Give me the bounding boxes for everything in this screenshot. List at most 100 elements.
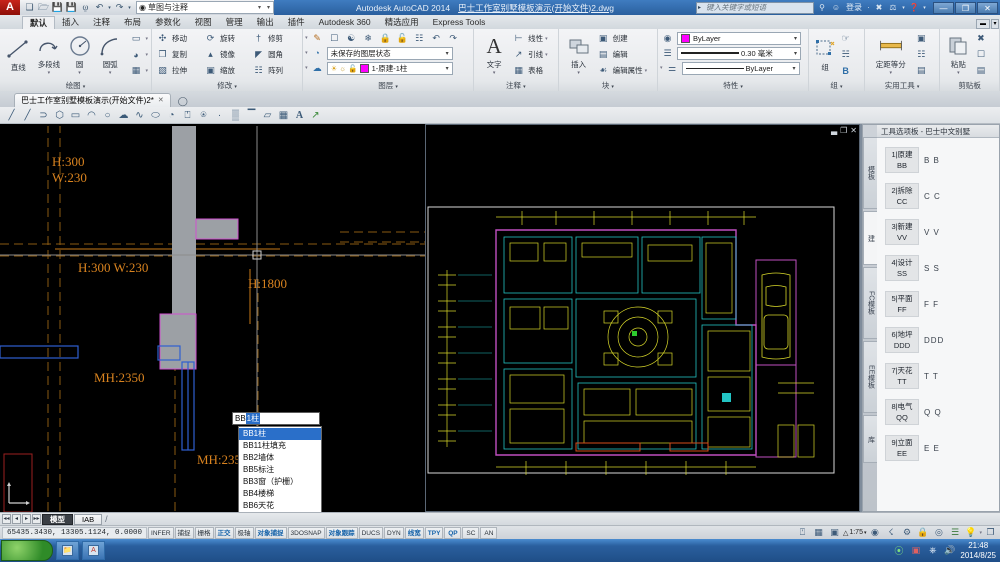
layer-walk-icon[interactable]: ↷ xyxy=(446,31,461,46)
palette-chip[interactable]: 5|平面 FF xyxy=(885,291,919,317)
chevron-down-icon[interactable]: ▾ xyxy=(645,68,648,74)
prev-layout-button[interactable]: ◂ xyxy=(12,514,21,524)
toggle-an[interactable]: AN xyxy=(480,527,497,539)
object-color-combo[interactable]: ByLayer xyxy=(677,32,801,45)
region-icon[interactable]: ▦ xyxy=(129,63,144,78)
cut-icon[interactable]: ✖ xyxy=(973,31,988,46)
toolbar-lock-icon[interactable]: 🔒 xyxy=(915,525,930,540)
search-input[interactable]: 键入关键字或短语 xyxy=(696,2,814,14)
toggle-sc[interactable]: SC xyxy=(462,527,479,539)
tray-settings-icon[interactable]: ☰ xyxy=(947,525,962,540)
palette-item-ee[interactable]: 9|立面 EE E E xyxy=(877,430,999,466)
toggle-grid[interactable]: 栅格 xyxy=(195,527,214,539)
modify-rotate-button[interactable]: ⟳旋转 xyxy=(203,31,251,46)
layer-quick-dropdown-list[interactable]: BB1柱 BB11柱填充 BB2墙体 BB5标注 BB3窗（护栅） BB4楼梯 … xyxy=(238,426,322,514)
modify-copy-button[interactable]: ❐复制 xyxy=(155,47,203,62)
rectangle-icon[interactable]: ▭ xyxy=(129,31,144,46)
palette-chip[interactable]: 2|拆除 CC xyxy=(885,183,919,209)
draw-polyline-button[interactable]: 多段线 ▾ xyxy=(34,33,65,76)
tab-default[interactable]: 默认 xyxy=(22,16,55,29)
workspace-menu-icon[interactable]: ▾ xyxy=(267,4,270,11)
panel-utilities-label[interactable]: 实用工具 ▾ xyxy=(865,80,940,91)
tab-autodesk360[interactable]: Autodesk 360 xyxy=(312,16,378,29)
panel-group-label[interactable]: 组 ▾ xyxy=(809,80,864,91)
draw-circle-button[interactable]: 圆 ▾ xyxy=(64,33,95,76)
dropdown-item-bb4[interactable]: BB4楼梯 xyxy=(239,488,321,500)
group-edit-icon[interactable]: ☵ xyxy=(838,47,853,62)
taskbar-clock[interactable]: 21:48 2014/8/25 xyxy=(960,541,996,561)
tab-plugins[interactable]: 插件 xyxy=(281,16,312,29)
tab-layout[interactable]: 布局 xyxy=(117,16,148,29)
redo-dropdown-icon[interactable]: ▾ xyxy=(127,1,132,14)
search-icon[interactable]: ⚲ xyxy=(816,2,828,14)
taskbar-item-explorer[interactable]: 📁 xyxy=(56,541,79,560)
toggle-ortho[interactable]: 正交 xyxy=(215,527,234,539)
object-color-icon[interactable]: ◉ xyxy=(660,31,675,46)
rectangle-tool-icon[interactable]: ▭ xyxy=(68,108,83,123)
layer-match-icon[interactable]: ☷ xyxy=(412,31,427,46)
palette-tab-build[interactable]: 建 xyxy=(863,211,877,265)
tab-insert[interactable]: 插入 xyxy=(55,16,86,29)
new-file-icon[interactable]: ❑ xyxy=(23,1,36,14)
panel-annotation-label[interactable]: 注释 ▾ xyxy=(474,80,558,91)
quick-view-layouts-icon[interactable]: ▦ xyxy=(811,525,826,540)
gradient-tool-icon[interactable]: ▔ xyxy=(244,108,259,123)
draw-line-button[interactable]: 直线 xyxy=(3,36,34,73)
exchange-app-icon[interactable]: ✖ xyxy=(873,2,885,14)
draw-arc-button[interactable]: 圆弧 ▾ xyxy=(95,33,126,76)
panel-clipboard-label[interactable]: 剪贴板 xyxy=(940,80,999,91)
share-dropdown-icon[interactable]: ▾ xyxy=(901,2,906,14)
layer-on-icon[interactable]: ☀ xyxy=(331,64,338,73)
maximize-button[interactable]: ❐ xyxy=(955,2,976,14)
document-tab[interactable]: 巴士工作室别墅模板演示(开始文件)2* ✕ xyxy=(14,93,171,107)
revcloud-tool-icon[interactable]: ☁ xyxy=(116,108,131,123)
palette-item-vv[interactable]: 3|新建 VV V V xyxy=(877,214,999,250)
layer-color-swatch[interactable] xyxy=(360,64,369,73)
tab-layout-iab[interactable]: IAB xyxy=(74,514,102,525)
point-tool-icon[interactable]: · xyxy=(212,108,227,123)
polygon-tool-icon[interactable]: ⬡ xyxy=(52,108,67,123)
layer-state-combo[interactable]: 未保存的图层状态 xyxy=(327,47,453,60)
modify-scale-button[interactable]: ▣缩放 xyxy=(203,63,251,78)
mtext-tool-icon[interactable]: A xyxy=(292,108,307,123)
utilities-measure-button[interactable]: 定距等分 ▾ xyxy=(868,33,914,76)
next-layout-button[interactable]: ▸ xyxy=(22,514,31,524)
layer-state-icon[interactable]: ◔ xyxy=(310,46,325,61)
quick-view-drawings-icon[interactable]: ▣ xyxy=(827,525,842,540)
dropdown-item-bb3[interactable]: BB3窗（护栅） xyxy=(239,476,321,488)
list-icon[interactable]: ▤ xyxy=(914,63,929,78)
chevron-down-icon[interactable]: ▾ xyxy=(78,70,81,76)
palette-chip[interactable]: 1|原建 BB xyxy=(885,147,919,173)
table-tool-icon[interactable]: ▦ xyxy=(276,108,291,123)
palette-item-ss[interactable]: 4|设计 SS S S xyxy=(877,250,999,286)
modify-mirror-button[interactable]: ▴镜像 xyxy=(203,47,251,62)
construction-line-icon[interactable]: ╱ xyxy=(20,108,35,123)
annotation-linear-button[interactable]: ⊢线性▾ xyxy=(511,31,548,46)
last-layout-button[interactable]: ▸▸ xyxy=(32,514,41,524)
annotation-text-button[interactable]: A 文字 ▾ xyxy=(477,33,511,76)
taskbar-item-autocad[interactable]: A xyxy=(82,541,105,560)
save-as-icon[interactable]: 💾 xyxy=(65,1,78,14)
annotation-scale-control[interactable]: △ 1:75 ▾ xyxy=(843,527,867,539)
panel-draw-label[interactable]: 绘图 ▾ xyxy=(0,80,151,91)
modify-trim-button[interactable]: †修剪 xyxy=(251,31,299,46)
ellipse-arc-icon[interactable]: ◔ xyxy=(164,108,179,123)
paste-special-icon[interactable]: ▤ xyxy=(973,63,988,78)
chevron-down-icon[interactable]: ▾ xyxy=(660,65,663,71)
tab-model[interactable]: 模型 xyxy=(42,514,73,525)
layer-isolate-icon[interactable]: ☯ xyxy=(344,31,359,46)
palette-item-tt[interactable]: 7|天花 TT T T xyxy=(877,358,999,394)
auto-scale-icon[interactable]: ☇ xyxy=(883,525,898,540)
chevron-down-icon[interactable]: ▾ xyxy=(979,530,982,536)
palette-item-qq[interactable]: 8|电气 QQ Q Q xyxy=(877,394,999,430)
new-document-tab-button[interactable]: ◯ xyxy=(174,95,192,107)
toggle-dyn[interactable]: DYN xyxy=(384,527,404,539)
tab-annotate[interactable]: 注释 xyxy=(86,16,117,29)
linetype-icon[interactable]: ⚌ xyxy=(665,61,680,76)
share-icon[interactable]: ⚖ xyxy=(887,2,899,14)
block-insert-button[interactable]: 插入 ▾ xyxy=(562,33,596,76)
palette-chip[interactable]: 9|立面 EE xyxy=(885,435,919,461)
chevron-down-icon[interactable]: ▾ xyxy=(146,68,149,74)
dropdown-item-bb5[interactable]: BB5标注 xyxy=(239,464,321,476)
linetype-combo[interactable]: ByLayer xyxy=(682,62,800,75)
